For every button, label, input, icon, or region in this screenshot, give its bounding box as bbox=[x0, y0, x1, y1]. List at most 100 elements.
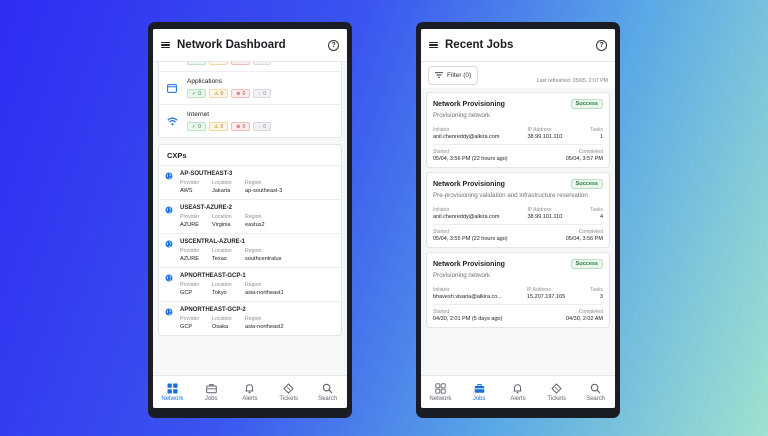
tab-search[interactable]: Search bbox=[310, 383, 346, 402]
completed-value: 05/04, 3:57 PM bbox=[565, 156, 603, 162]
tab-alerts[interactable]: Alerts bbox=[500, 383, 536, 402]
page-title: Recent Jobs bbox=[445, 39, 514, 51]
service-row[interactable]: ✓ 1 ⚠ 0 ⊗ 0 ◌ 0 bbox=[159, 62, 341, 72]
region-value: ap-southeast-3 bbox=[245, 188, 283, 194]
menu-icon[interactable] bbox=[429, 41, 438, 49]
cxp-row[interactable]: USEAST-AZURE-2 Provider Location Region AZUR… bbox=[159, 200, 341, 234]
location-value: Tokyo bbox=[212, 290, 227, 296]
initiator-label: Initiator bbox=[433, 127, 450, 133]
filter-button[interactable]: Filter (0) bbox=[428, 65, 479, 85]
globe-icon bbox=[165, 206, 173, 214]
initiator-value: anil.chenreddy@alkira.com bbox=[433, 214, 500, 220]
tasks-label: Tasks bbox=[590, 127, 603, 133]
tab-tickets[interactable]: Tickets bbox=[539, 382, 575, 402]
tasks-value: 4 bbox=[599, 214, 603, 220]
completed-value: 05/04, 3:56 PM bbox=[565, 236, 603, 242]
ip-label: IP Address bbox=[527, 127, 552, 133]
globe-icon bbox=[165, 172, 173, 180]
provider-value: GCP bbox=[180, 324, 193, 330]
tasks-label: Tasks bbox=[590, 207, 603, 213]
filter-label: Filter (0) bbox=[447, 71, 472, 79]
tab-label: Network bbox=[161, 395, 184, 402]
provider-label: Provider bbox=[180, 214, 200, 220]
started-label: Started bbox=[433, 149, 450, 155]
globe-icon bbox=[165, 240, 173, 248]
service-row-internet[interactable]: Internet ✓ 0 ⚠ 0 ⊗ 0 ◌ 0 bbox=[159, 105, 341, 137]
tab-jobs[interactable]: Jobs bbox=[461, 383, 497, 402]
tasks-value: 1 bbox=[599, 134, 603, 140]
tasks-value: 3 bbox=[599, 294, 603, 300]
job-description: Provisioning network bbox=[433, 272, 491, 279]
inactive-badge: ◌ 0 bbox=[253, 62, 271, 65]
completed-label: Completed bbox=[578, 229, 603, 235]
filter-icon bbox=[435, 72, 443, 78]
started-value: 05/04, 3:56 PM (22 hours ago) bbox=[433, 156, 508, 162]
tab-label: Search bbox=[586, 395, 606, 402]
started-value: 04/30, 2:01 PM (5 days ago) bbox=[433, 316, 503, 322]
help-icon[interactable]: ? bbox=[328, 39, 339, 51]
help-icon[interactable]: ? bbox=[596, 39, 607, 51]
tab-label: Tickets bbox=[279, 395, 299, 402]
tab-search[interactable]: Search bbox=[578, 383, 614, 402]
page-title: Network Dashboard bbox=[177, 39, 286, 51]
completed-value: 04/30, 2:02 AM bbox=[566, 316, 603, 322]
tab-network[interactable]: Network bbox=[422, 382, 458, 402]
service-status-badges: ✓ 0 ⚠ 0 ⊗ 0 ◌ 0 bbox=[187, 122, 271, 131]
status-badge: Success bbox=[570, 259, 603, 269]
wifi-icon bbox=[167, 111, 179, 131]
tab-label: Network bbox=[429, 395, 452, 402]
tab-jobs[interactable]: Jobs bbox=[193, 383, 229, 402]
cxp-row[interactable]: USCENTRAL-AZURE-1 Provider Location Region A… bbox=[159, 234, 341, 268]
tab-label: Alerts bbox=[510, 395, 526, 402]
job-card[interactable]: Network Provisioning Success Provisioning … bbox=[426, 252, 610, 328]
region-label: Region bbox=[245, 282, 262, 288]
job-card[interactable]: Network Provisioning Success Provisioning … bbox=[426, 92, 610, 168]
tab-network[interactable]: Network bbox=[154, 383, 190, 402]
service-status-badges: ✓ 0 ⚠ 0 ⊗ 0 ◌ 0 bbox=[187, 89, 271, 98]
tab-label: Alerts bbox=[242, 395, 258, 402]
location-label: Location bbox=[212, 214, 232, 220]
ip-value: 38.99.101.110 bbox=[527, 134, 563, 140]
service-row-applications[interactable]: Applications ✓ 0 ⚠ 0 ⊗ 0 ◌ 0 bbox=[159, 72, 341, 105]
initiator-value: anil.chenreddy@alkira.com bbox=[433, 134, 500, 140]
menu-icon[interactable] bbox=[161, 41, 170, 49]
provider-value: AWS bbox=[180, 188, 193, 194]
cxps-card: CXPs AP-SOUTHEAST-3 Provider Location Regio… bbox=[158, 144, 342, 336]
warning-badge: ⚠ 0 bbox=[208, 62, 229, 65]
provider-label: Provider bbox=[180, 282, 200, 288]
jobs-content[interactable]: Filter (0) Last refreshed: 05/05, 2:07 P… bbox=[421, 62, 615, 375]
tab-alerts[interactable]: Alerts bbox=[232, 383, 268, 402]
cxp-row[interactable]: APNORTHEAST-GCP-1 Provider Location Region G… bbox=[159, 268, 341, 302]
filter-row: Filter (0) Last refreshed: 05/05, 2:07 P… bbox=[421, 62, 615, 88]
ip-value: 38.99.101.110 bbox=[527, 214, 563, 220]
started-value: 05/04, 3:55 PM (22 hours ago) bbox=[433, 236, 508, 242]
initiator-label: Initiator bbox=[433, 207, 450, 213]
status-badge: Success bbox=[570, 179, 603, 189]
service-status-badges: ✓ 1 ⚠ 0 ⊗ 0 ◌ 0 bbox=[187, 62, 271, 65]
warning-badge: ⚠ 0 bbox=[208, 122, 229, 131]
job-title: Network Provisioning bbox=[433, 260, 505, 268]
tab-tickets[interactable]: Tickets bbox=[271, 382, 307, 402]
cxp-row[interactable]: APNORTHEAST-GCP-2 Provider Location Region G… bbox=[159, 302, 341, 335]
dashboard-content[interactable]: ✓ 1 ⚠ 0 ⊗ 0 ◌ 0 Applications ✓ bbox=[153, 62, 347, 375]
app-bar: Network Dashboard ? bbox=[153, 29, 347, 62]
tab-label: Jobs bbox=[472, 395, 486, 402]
cxp-row[interactable]: AP-SOUTHEAST-3 Provider Location Region AWS J… bbox=[159, 166, 341, 200]
region-value: southcentralus bbox=[245, 256, 282, 262]
location-value: Texas bbox=[212, 256, 227, 262]
ticket-icon bbox=[551, 382, 562, 394]
job-card[interactable]: Network Provisioning Success Pre-provision… bbox=[426, 172, 610, 248]
location-value: Virginia bbox=[212, 222, 231, 228]
cxp-name: USCENTRAL-AZURE-1 bbox=[180, 239, 245, 245]
briefcase-icon bbox=[474, 383, 484, 393]
region-label: Region bbox=[245, 248, 262, 254]
grid-icon bbox=[435, 382, 446, 394]
tab-label: Search bbox=[318, 395, 338, 402]
divider bbox=[433, 144, 603, 145]
started-label: Started bbox=[433, 309, 450, 315]
screen: Recent Jobs ? Filter (0) Last refreshed:… bbox=[421, 29, 615, 408]
location-label: Location bbox=[212, 180, 232, 186]
provider-value: AZURE bbox=[180, 222, 199, 228]
initiator-label: Initiator bbox=[433, 287, 450, 293]
region-value: asia-northeast1 bbox=[245, 290, 284, 296]
